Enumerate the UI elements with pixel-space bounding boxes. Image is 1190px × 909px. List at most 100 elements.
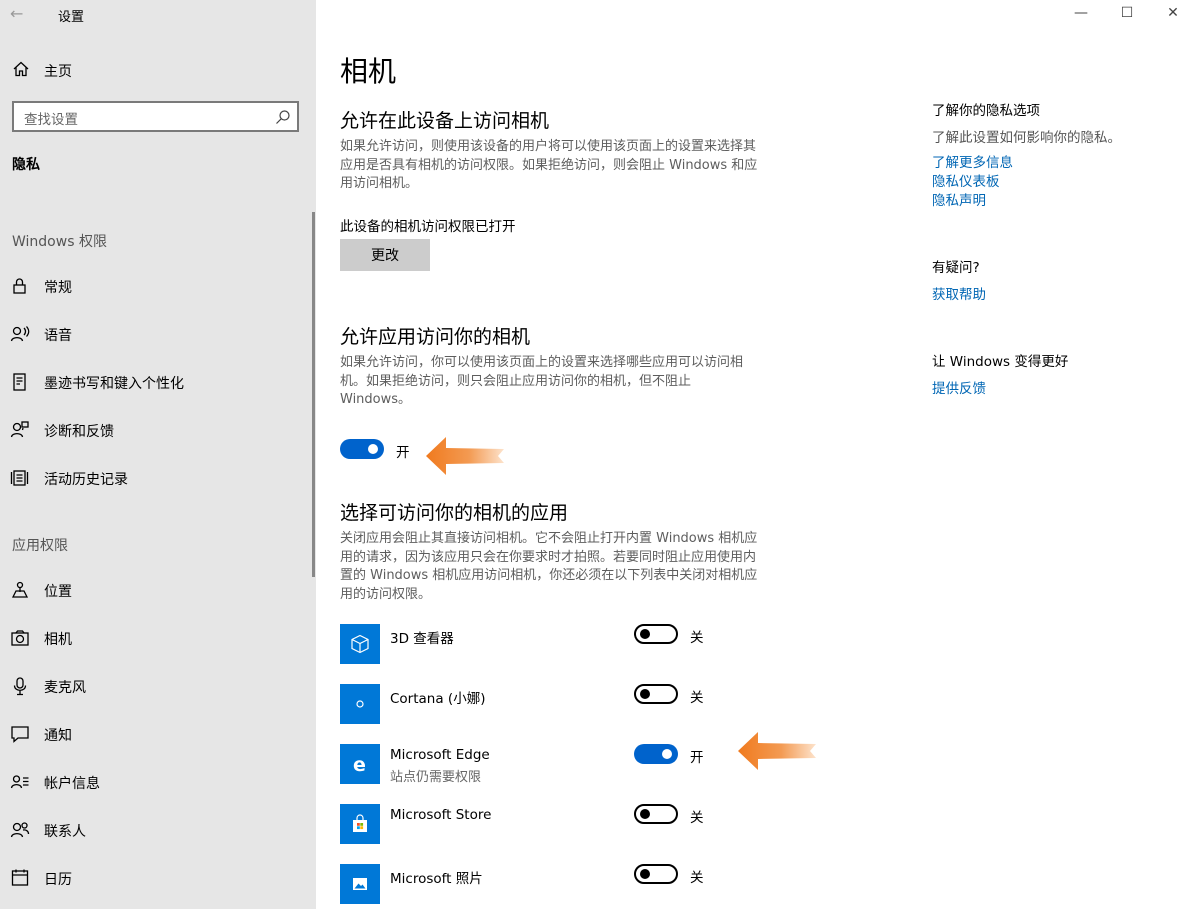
desc-line: 关闭应用会阻止其直接访问相机。它不会阻止打开内置 Windows 相机应 (340, 531, 758, 546)
device-access-status: 此设备的相机访问权限已打开 (340, 219, 516, 235)
maximize-icon[interactable]: ☐ (1104, 0, 1150, 28)
group-label-windows-permissions: Windows 权限 (12, 234, 107, 250)
sidebar-item-home[interactable]: 主页 (0, 56, 316, 84)
device-access-description: 如果允许访问，则使用该设备的用户将可以使用该页面上的设置来选择其 应用是否具有相… (340, 138, 795, 194)
sidebar-item-account-info[interactable]: 帐户信息 (0, 762, 316, 802)
search-icon[interactable] (275, 109, 291, 125)
choose-apps-description: 关闭应用会阻止其直接访问相机。它不会阻止打开内置 Windows 相机应 用的请… (340, 530, 795, 605)
app-access-description: 如果允许访问，你可以使用该页面上的设置来选择哪些应用可以访问相 机。如果拒绝访问… (340, 354, 795, 410)
camera-icon (11, 630, 29, 646)
sidebar-item-inking[interactable]: 墨迹书写和键入个性化 (0, 362, 316, 402)
home-icon (13, 61, 29, 77)
photos-icon (340, 864, 380, 904)
inking-icon (13, 373, 26, 391)
sidebar-item-microphone[interactable]: 麦克风 (0, 666, 316, 706)
choose-apps-heading: 选择可访问你的相机的应用 (340, 502, 569, 524)
annotation-arrow-icon (426, 437, 504, 475)
toggle-knob (640, 689, 650, 699)
app-toggle-label: 关 (690, 690, 704, 706)
desc-line: 用的请求，因为该应用只会在你要求时才拍照。若要同时阻止应用使用内 (340, 549, 757, 565)
diagnostics-icon (10, 421, 29, 438)
sidebar-item-speech[interactable]: 语音 (0, 314, 316, 354)
store-icon (340, 804, 380, 844)
desc-line: 置的 Windows 相机应用访问相机，你还必须在以下列表中关闭对相机应 (340, 568, 758, 584)
app-toggle-label: 关 (690, 810, 704, 826)
annotation-arrow-icon (738, 732, 816, 770)
desc-line: 用访问相机。 (340, 176, 419, 192)
location-icon (11, 581, 29, 598)
back-arrow-icon[interactable]: ← (10, 4, 30, 24)
sidebar-item-location[interactable]: 位置 (0, 570, 316, 610)
sidebar-item-label: 位置 (44, 584, 72, 600)
sidebar-item-label: 活动历史记录 (44, 472, 128, 488)
app-toggle-label: 开 (690, 750, 704, 766)
notification-icon (11, 726, 29, 743)
give-feedback-link[interactable]: 提供反馈 (932, 377, 986, 397)
minimize-icon[interactable]: — (1058, 0, 1104, 28)
privacy-dashboard-link[interactable]: 隐私仪表板 (932, 170, 1000, 190)
desc-line: 用的访问权限。 (340, 587, 432, 603)
sidebar-item-contacts[interactable]: 联系人 (0, 810, 316, 850)
sidebar: ← 设置 主页 查找设置 隐私 Windows 权限 常规 语音 墨迹书写和键入… (0, 0, 316, 909)
questions-heading: 有疑问? (932, 260, 980, 276)
sidebar-item-label: 语音 (44, 328, 72, 344)
sidebar-scrollbar[interactable] (312, 212, 315, 577)
3d-viewer-icon (340, 624, 380, 664)
window-title: 设置 (58, 10, 85, 25)
desc-line: 如果允许访问，你可以使用该页面上的设置来选择哪些应用可以访问相 (340, 355, 744, 370)
svg-text:e: e (353, 754, 366, 774)
page-title: 相机 (340, 55, 397, 88)
app-name: Microsoft 照片 (390, 871, 483, 887)
sidebar-item-notifications[interactable]: 通知 (0, 714, 316, 754)
app-row-store: Microsoft Store (340, 804, 840, 844)
app-toggle-cortana[interactable] (634, 684, 678, 704)
sidebar-item-calendar[interactable]: 日历 (0, 858, 316, 898)
app-access-toggle-label: 开 (396, 445, 410, 461)
learn-more-link[interactable]: 了解更多信息 (932, 151, 1013, 171)
app-name: Microsoft Edge (390, 747, 490, 763)
toggle-knob (640, 869, 650, 879)
microphone-icon (13, 677, 27, 696)
activity-history-icon (10, 470, 29, 486)
contacts-icon (10, 822, 30, 838)
toggle-knob (640, 809, 650, 819)
sidebar-item-general[interactable]: 常规 (0, 266, 316, 306)
toggle-knob (662, 749, 672, 759)
account-info-icon (10, 775, 29, 789)
privacy-statement-link[interactable]: 隐私声明 (932, 189, 986, 209)
app-access-toggle[interactable] (340, 439, 384, 459)
improve-windows-heading: 让 Windows 变得更好 (932, 354, 1069, 370)
search-input[interactable]: 查找设置 (12, 101, 299, 132)
get-help-link[interactable]: 获取帮助 (932, 283, 986, 303)
change-button[interactable]: 更改 (340, 239, 430, 271)
edge-icon: e (340, 744, 380, 784)
app-row-photos: Microsoft 照片 (340, 864, 840, 904)
sidebar-item-label: 联系人 (44, 824, 86, 840)
desc-line: 应用是否具有相机的访问权限。如果拒绝访问，则会阻止 Windows 和应 (340, 157, 758, 173)
lock-icon (13, 278, 26, 294)
close-icon[interactable]: ✕ (1150, 0, 1190, 28)
app-access-heading: 允许应用访问你的相机 (340, 326, 531, 348)
app-subtitle: 站点仍需要权限 (390, 770, 482, 785)
desc-line: 如果允许访问，则使用该设备的用户将可以使用该页面上的设置来选择其 (340, 139, 757, 154)
app-toggle-edge[interactable] (634, 744, 678, 764)
privacy-options-heading: 了解你的隐私选项 (932, 103, 1040, 119)
device-access-heading: 允许在此设备上访问相机 (340, 110, 550, 132)
sidebar-item-label: 墨迹书写和键入个性化 (44, 376, 184, 392)
sidebar-item-label: 常规 (44, 280, 72, 296)
sidebar-item-activity-history[interactable]: 活动历史记录 (0, 458, 316, 498)
app-name: Microsoft Store (390, 807, 492, 823)
sidebar-item-label: 日历 (44, 872, 72, 888)
sidebar-item-label: 相机 (44, 632, 72, 648)
sidebar-item-camera[interactable]: 相机 (0, 618, 316, 658)
home-label: 主页 (44, 64, 72, 80)
sidebar-item-label: 帐户信息 (44, 776, 100, 792)
app-toggle-store[interactable] (634, 804, 678, 824)
sidebar-item-diagnostics[interactable]: 诊断和反馈 (0, 410, 316, 450)
sidebar-item-label: 通知 (44, 728, 72, 744)
desc-line: 机。如果拒绝访问，则只会阻止应用访问你的相机，但不阻止 (340, 373, 692, 389)
sidebar-item-label: 诊断和反馈 (44, 424, 114, 440)
toggle-knob (640, 629, 650, 639)
app-toggle-photos[interactable] (634, 864, 678, 884)
app-toggle-3d-viewer[interactable] (634, 624, 678, 644)
